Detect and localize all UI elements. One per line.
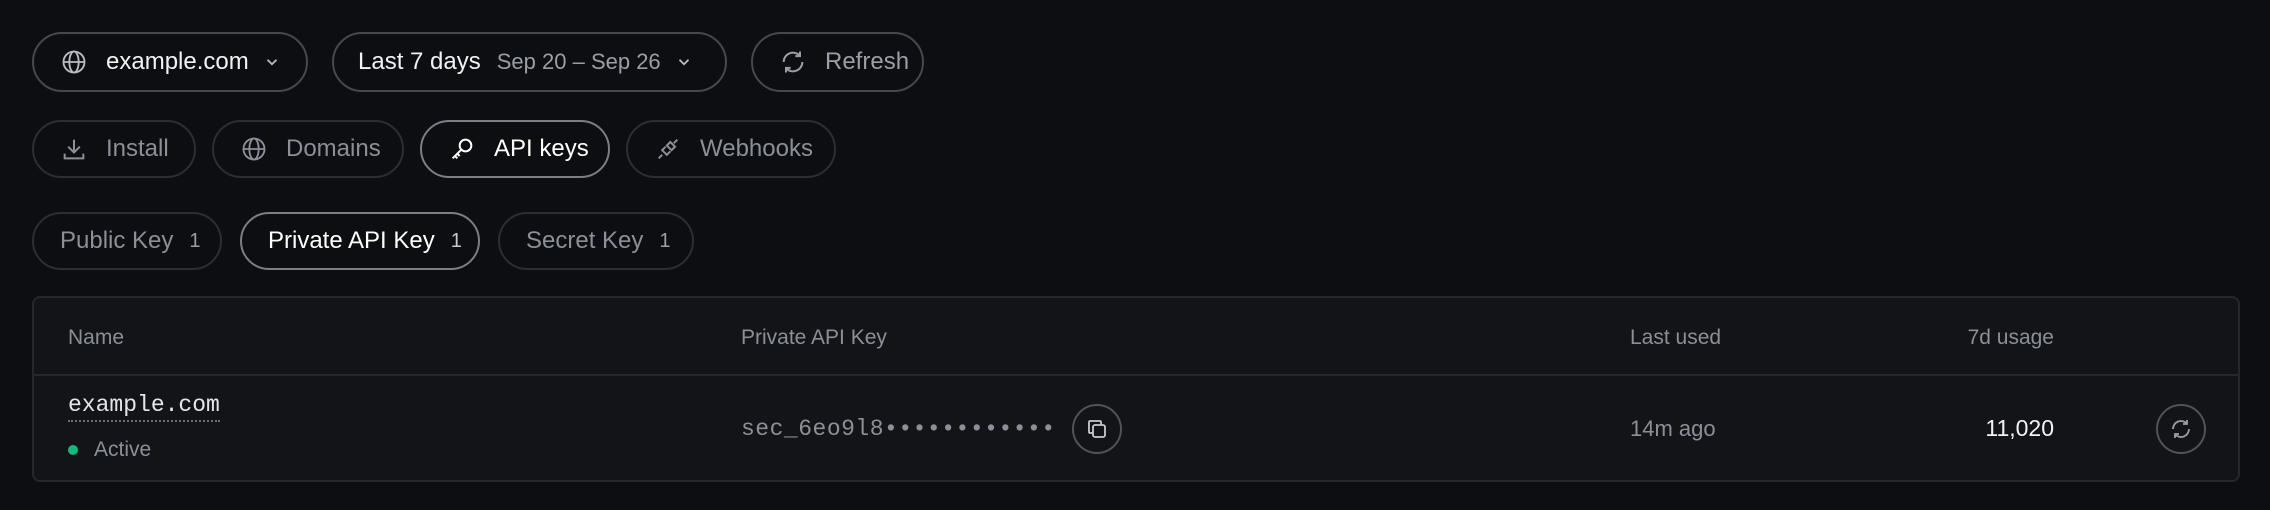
tab-domains-label: Domains (286, 135, 381, 162)
table-row: example.com Active sec_6eo9l8•••••••••••… (34, 376, 2238, 480)
date-range-dates: Sep 20 – Sep 26 (496, 49, 661, 74)
domain-select-label: example.com (106, 48, 249, 75)
usage-count: 11,020 (1985, 415, 2054, 441)
refresh-icon (779, 48, 807, 76)
tab-webhooks-label: Webhooks (700, 135, 813, 162)
chevron-down-icon (675, 53, 693, 71)
key-name[interactable]: example.com (68, 392, 220, 422)
tab-public-key-count: 1 (189, 229, 201, 252)
plug-icon (654, 135, 682, 163)
tab-api-keys-label: API keys (494, 135, 589, 162)
chevron-down-icon (263, 53, 281, 71)
key-icon (448, 135, 476, 163)
toolbar: example.com Last 7 days Sep 20 – Sep 26 … (32, 32, 924, 92)
date-range-select[interactable]: Last 7 days Sep 20 – Sep 26 (332, 32, 727, 92)
last-used: 14m ago (1630, 416, 1716, 441)
refresh-icon (2169, 417, 2193, 441)
table-header: Name Private API Key Last used 7d usage (34, 298, 2238, 376)
tab-install[interactable]: Install (32, 120, 196, 178)
refresh-button[interactable]: Refresh (751, 32, 924, 92)
api-keys-table: Name Private API Key Last used 7d usage … (32, 296, 2240, 482)
copy-icon (1085, 417, 1109, 441)
status-label: Active (94, 438, 152, 461)
status-badge: Active (68, 438, 151, 462)
tab-install-label: Install (106, 135, 169, 162)
tab-domains[interactable]: Domains (212, 120, 404, 178)
tab-private-api-key-label: Private API Key (268, 227, 435, 254)
rotate-key-button[interactable] (2156, 404, 2206, 454)
status-dot (68, 445, 78, 455)
refresh-label: Refresh (825, 48, 910, 75)
tab-public-key[interactable]: Public Key 1 (32, 212, 222, 270)
section-tabs: Install Domains API keys Webhooks (32, 120, 836, 178)
copy-button[interactable] (1072, 404, 1122, 454)
column-header-name: Name (68, 326, 125, 349)
masked-key: sec_6eo9l8•••••••••••• (741, 416, 1056, 442)
tab-webhooks[interactable]: Webhooks (626, 120, 836, 178)
tab-secret-key-label: Secret Key (526, 227, 644, 254)
tab-api-keys[interactable]: API keys (420, 120, 610, 178)
column-header-last-used: Last used (1630, 326, 1722, 349)
tab-public-key-label: Public Key (60, 227, 174, 254)
tab-private-api-key-count: 1 (450, 229, 462, 252)
key-type-tabs: Public Key 1 Private API Key 1 Secret Ke… (32, 212, 694, 270)
tab-secret-key-count: 1 (659, 229, 671, 252)
tab-secret-key[interactable]: Secret Key 1 (498, 212, 694, 270)
domain-select[interactable]: example.com (32, 32, 308, 92)
column-header-usage: 7d usage (1967, 326, 2054, 349)
globe-icon (240, 135, 268, 163)
column-header-key: Private API Key (741, 326, 887, 349)
download-icon (60, 135, 88, 163)
date-range-label: Last 7 days (358, 48, 481, 75)
globe-icon (60, 48, 88, 76)
tab-private-api-key[interactable]: Private API Key 1 (240, 212, 480, 270)
